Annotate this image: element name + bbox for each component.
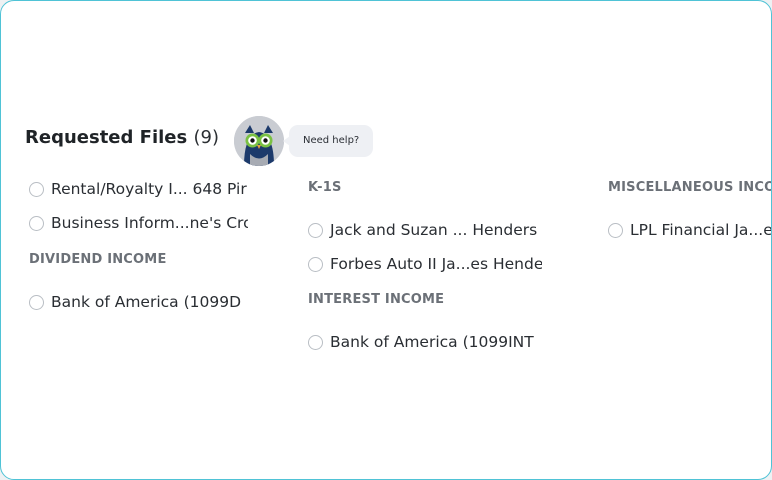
page-title-text: Requested Files	[25, 127, 188, 148]
file-item-label: Business Inform...ne's Cro	[51, 214, 248, 232]
file-item[interactable]: Bank of America (1099D	[29, 293, 241, 311]
file-item-label: Forbes Auto II Ja...es Hende	[330, 255, 542, 273]
file-item-label: Jack and Suzan ... Henders	[330, 221, 538, 239]
file-item[interactable]: LPL Financial Ja...e	[608, 221, 772, 239]
file-item-label: Bank of America (1099INT	[330, 333, 534, 351]
file-item-label: Rental/Royalty I... 648 Pir	[51, 180, 247, 198]
section-heading: DIVIDEND INCOME	[29, 252, 167, 267]
radio-button[interactable]	[608, 222, 623, 238]
requested-files-column-2: K-1S Jack and Suzan ... Henders Forbes A…	[308, 171, 542, 371]
radio-button[interactable]	[308, 334, 323, 350]
radio-button[interactable]	[308, 256, 323, 272]
file-item[interactable]: Bank of America (1099INT	[308, 333, 534, 351]
page-title: Requested Files (9)	[25, 127, 219, 148]
section-heading: K-1S	[308, 180, 342, 195]
radio-button[interactable]	[29, 181, 44, 197]
file-item[interactable]: Rental/Royalty I... 648 Pir	[29, 180, 247, 198]
radio-button[interactable]	[29, 215, 44, 231]
section-heading: MISCELLANEOUS INCO	[608, 180, 772, 195]
file-item[interactable]: Business Inform...ne's Cro	[29, 214, 248, 232]
file-item[interactable]: Forbes Auto II Ja...es Hende	[308, 255, 542, 273]
need-help-bubble[interactable]: Need help?	[282, 125, 374, 157]
file-item-label: LPL Financial Ja...e	[630, 221, 772, 239]
requested-files-count: (9)	[193, 127, 220, 148]
file-item[interactable]: Jack and Suzan ... Henders	[308, 221, 537, 239]
app-window: Requested Files (9) Need help? Rental/Ro…	[0, 0, 772, 480]
file-item-label: Bank of America (1099D	[51, 293, 242, 311]
section-heading: INTEREST INCOME	[308, 292, 445, 307]
requested-files-column-3: MISCELLANEOUS INCO LPL Financial Ja...e	[608, 171, 772, 271]
radio-button[interactable]	[29, 294, 44, 310]
radio-button[interactable]	[308, 222, 323, 238]
requested-files-column-1: Rental/Royalty I... 648 Pir Business Inf…	[29, 171, 248, 331]
owl-mascot-icon[interactable]	[234, 116, 284, 166]
